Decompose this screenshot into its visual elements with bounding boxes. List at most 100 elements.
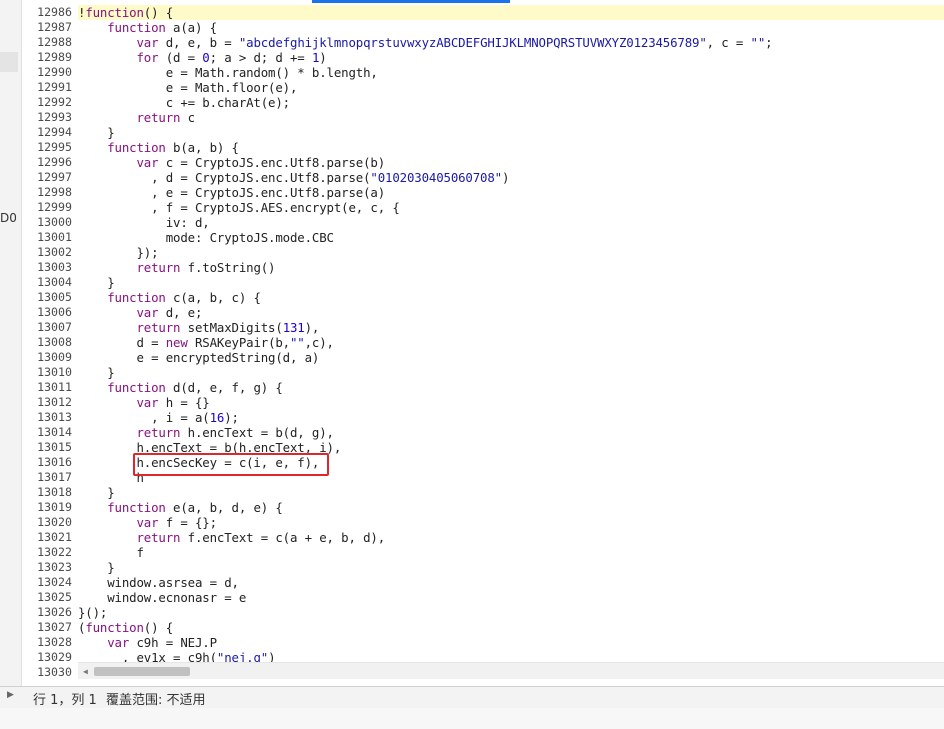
sidebar-fragment-text: D0 xyxy=(0,211,17,225)
line-number[interactable]: 13024 xyxy=(22,575,76,590)
line-number[interactable]: 13022 xyxy=(22,545,76,560)
code-line[interactable]: var d, e, b = "abcdefghijklmnopqrstuvwxy… xyxy=(78,35,944,50)
code-line[interactable]: f xyxy=(78,545,944,560)
line-number[interactable]: 13003 xyxy=(22,260,76,275)
line-number[interactable]: 12995 xyxy=(22,140,76,155)
code-line[interactable]: d = new RSAKeyPair(b,"",c), xyxy=(78,335,944,350)
code-line[interactable]: var c = CryptoJS.enc.Utf8.parse(b) xyxy=(78,155,944,170)
line-number[interactable]: 12997 xyxy=(22,170,76,185)
line-number[interactable]: 12993 xyxy=(22,110,76,125)
code-line[interactable]: h.encText = b(h.encText, i), xyxy=(78,440,944,455)
code-line[interactable]: } xyxy=(78,560,944,575)
code-line[interactable]: }(); xyxy=(78,605,944,620)
line-number[interactable]: 13009 xyxy=(22,350,76,365)
line-number[interactable]: 12998 xyxy=(22,185,76,200)
code-line[interactable]: return f.encText = c(a + e, b, d), xyxy=(78,530,944,545)
line-number[interactable]: 12994 xyxy=(22,125,76,140)
code-line[interactable]: var c9h = NEJ.P xyxy=(78,635,944,650)
code-line[interactable]: , d = CryptoJS.enc.Utf8.parse("010203040… xyxy=(78,170,944,185)
line-number[interactable]: 13023 xyxy=(22,560,76,575)
code-line[interactable]: window.asrsea = d, xyxy=(78,575,944,590)
line-number[interactable]: 13028 xyxy=(22,635,76,650)
code-line-highlighted[interactable]: h.encSecKey = c(i, e, f), xyxy=(78,455,944,470)
line-number[interactable]: 13001 xyxy=(22,230,76,245)
line-number[interactable]: 13020 xyxy=(22,515,76,530)
code-line[interactable]: var h = {} xyxy=(78,395,944,410)
line-number[interactable]: 12989 xyxy=(22,50,76,65)
line-number[interactable]: 12990 xyxy=(22,65,76,80)
code-line[interactable]: (function() { xyxy=(78,620,944,635)
code-line[interactable]: function a(a) { xyxy=(78,20,944,35)
code-line[interactable]: for (d = 0; a > d; d += 1) xyxy=(78,50,944,65)
line-number[interactable]: 13025 xyxy=(22,590,76,605)
line-number[interactable]: 13007 xyxy=(22,320,76,335)
code-line[interactable]: function e(a, b, d, e) { xyxy=(78,500,944,515)
code-line[interactable]: return h.encText = b(d, g), xyxy=(78,425,944,440)
line-number[interactable]: 13030 xyxy=(22,665,76,680)
line-number[interactable]: 13000 xyxy=(22,215,76,230)
status-bar: ▶ 行 1，列 1 覆盖范围: 不适用 xyxy=(0,686,944,708)
code-line[interactable]: }); xyxy=(78,245,944,260)
line-number[interactable]: 13002 xyxy=(22,245,76,260)
line-number[interactable]: 13029 xyxy=(22,650,76,665)
line-number[interactable]: 13005 xyxy=(22,290,76,305)
line-number[interactable]: 13027 xyxy=(22,620,76,635)
code-line[interactable]: h xyxy=(78,470,944,485)
line-number[interactable]: 12999 xyxy=(22,200,76,215)
line-number[interactable]: 13004 xyxy=(22,275,76,290)
line-number[interactable]: 13019 xyxy=(22,500,76,515)
code-line[interactable]: } xyxy=(78,365,944,380)
line-number[interactable]: 12986 xyxy=(22,5,76,20)
line-number[interactable]: 13016 xyxy=(22,455,76,470)
left-sidebar-strip: D0 xyxy=(0,0,22,688)
code-line[interactable]: mode: CryptoJS.mode.CBC xyxy=(78,230,944,245)
code-line[interactable]: , e = CryptoJS.enc.Utf8.parse(a) xyxy=(78,185,944,200)
code-line[interactable]: e = Math.random() * b.length, xyxy=(78,65,944,80)
code-line[interactable]: function b(a, b) { xyxy=(78,140,944,155)
line-number[interactable]: 12987 xyxy=(22,20,76,35)
code-line[interactable]: function d(d, e, f, g) { xyxy=(78,380,944,395)
drawer-area xyxy=(0,708,944,729)
code-line[interactable]: , i = a(16); xyxy=(78,410,944,425)
code-line[interactable]: e = Math.floor(e), xyxy=(78,80,944,95)
line-number[interactable]: 13008 xyxy=(22,335,76,350)
line-number[interactable]: 12996 xyxy=(22,155,76,170)
code-line[interactable]: function c(a, b, c) { xyxy=(78,290,944,305)
line-number[interactable]: 13017 xyxy=(22,470,76,485)
code-line[interactable]: } xyxy=(78,275,944,290)
line-number[interactable]: 13011 xyxy=(22,380,76,395)
scrollbar-thumb[interactable] xyxy=(94,667,190,676)
cursor-position: 行 1，列 1 xyxy=(33,693,97,708)
line-number[interactable]: 13026 xyxy=(22,605,76,620)
line-number[interactable]: 13010 xyxy=(22,365,76,380)
code-line[interactable]: c += b.charAt(e); xyxy=(78,95,944,110)
code-line[interactable]: var f = {}; xyxy=(78,515,944,530)
line-number[interactable]: 13018 xyxy=(22,485,76,500)
line-number[interactable]: 12992 xyxy=(22,95,76,110)
code-line[interactable]: window.ecnonasr = e xyxy=(78,590,944,605)
code-line[interactable]: return setMaxDigits(131), xyxy=(78,320,944,335)
line-number[interactable]: 13015 xyxy=(22,440,76,455)
code-line[interactable]: } xyxy=(78,485,944,500)
caret-right-icon[interactable]: ▶ xyxy=(7,690,14,700)
code-line[interactable]: e = encryptedString(d, a) xyxy=(78,350,944,365)
scroll-left-icon[interactable]: ◀ xyxy=(83,667,88,676)
sidebar-selected-row[interactable] xyxy=(0,52,18,72)
code-line[interactable]: !function() { xyxy=(78,5,944,20)
line-number[interactable]: 13013 xyxy=(22,410,76,425)
line-number[interactable]: 12988 xyxy=(22,35,76,50)
code-line[interactable]: } xyxy=(78,125,944,140)
code-line[interactable]: , f = CryptoJS.AES.encrypt(e, c, { xyxy=(78,200,944,215)
line-number[interactable]: 12991 xyxy=(22,80,76,95)
code-line[interactable]: return f.toString() xyxy=(78,260,944,275)
line-number[interactable]: 13014 xyxy=(22,425,76,440)
line-number-gutter[interactable]: 12986 12987 12988 12989 12990 12991 12992 12993… xyxy=(22,5,76,680)
code-editor[interactable]: !function() { function a(a) { var d, e, … xyxy=(78,5,944,663)
horizontal-scrollbar[interactable]: ◀ xyxy=(78,662,944,679)
line-number[interactable]: 13012 xyxy=(22,395,76,410)
code-line[interactable]: var d, e; xyxy=(78,305,944,320)
code-line[interactable]: iv: d, xyxy=(78,215,944,230)
code-line[interactable]: return c xyxy=(78,110,944,125)
line-number[interactable]: 13006 xyxy=(22,305,76,320)
line-number[interactable]: 13021 xyxy=(22,530,76,545)
